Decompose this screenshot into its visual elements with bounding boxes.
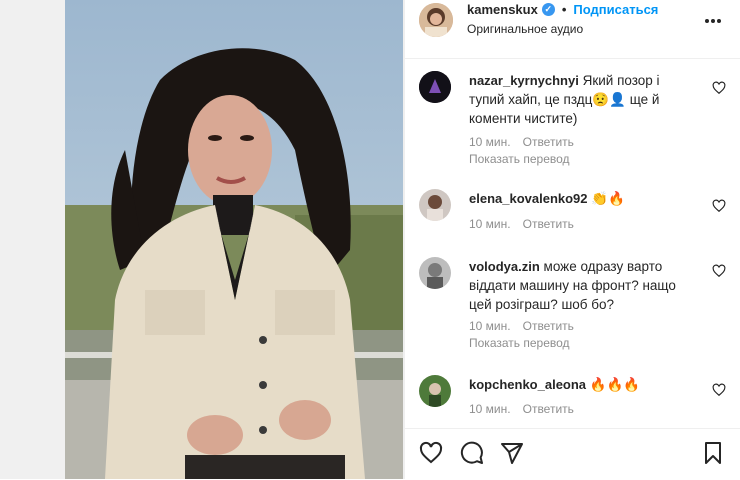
reply-button[interactable]: Ответить [523, 402, 574, 416]
reply-button[interactable]: Ответить [523, 217, 574, 231]
author-avatar[interactable] [419, 3, 453, 37]
comment-item: elena_kovalenko92 👏🔥 10 мин. Ответить [405, 186, 740, 236]
comment-meta: 10 мин. Ответить [469, 319, 574, 333]
commenter-username[interactable]: volodya.zin [469, 259, 540, 274]
comment-time: 10 мин. [469, 217, 511, 231]
commenter-username[interactable]: kopchenko_aleona [469, 377, 586, 392]
comment-time: 10 мин. [469, 135, 511, 149]
separator-dot: • [561, 2, 567, 17]
commenter-avatar[interactable] [419, 71, 451, 103]
commenter-avatar[interactable] [419, 189, 451, 221]
comment-icon[interactable] [460, 441, 484, 465]
reply-button[interactable]: Ответить [523, 319, 574, 333]
comment-meta: 10 мин. Ответить [469, 217, 574, 231]
comment-body: 👏🔥 [587, 191, 625, 206]
comment-like-heart-icon[interactable] [712, 264, 726, 278]
post-action-bar [405, 428, 740, 480]
commenter-avatar[interactable] [419, 257, 451, 289]
reel-video[interactable] [65, 0, 403, 479]
reply-button[interactable]: Ответить [523, 135, 574, 149]
show-translation-button[interactable]: Показать перевод [469, 336, 570, 350]
commenter-username[interactable]: elena_kovalenko92 [469, 191, 588, 206]
comment-item: volodya.zin може одразу варто віддати ма… [405, 254, 740, 354]
video-frame-image [65, 0, 403, 479]
verified-badge-icon: ✓ [541, 3, 555, 16]
commenter-username[interactable]: nazar_kyrnychnyi [469, 73, 579, 88]
author-username[interactable]: kamenskux [467, 2, 538, 17]
comments-panel: kamenskux ✓ • Подписаться Оригинальное а… [405, 0, 740, 479]
show-translation-button[interactable]: Показать перевод [469, 152, 570, 166]
comment-item: nazar_kyrnychnyi Який позор і тупий хайп… [405, 68, 740, 173]
comment-text-block: volodya.zin може одразу варто віддати ма… [469, 257, 694, 314]
comment-time: 10 мин. [469, 402, 511, 416]
author-line: kamenskux ✓ • Подписаться [467, 2, 658, 17]
comment-text-block: elena_kovalenko92 👏🔥 [469, 189, 694, 208]
comment-like-heart-icon[interactable] [712, 199, 726, 213]
commenter-avatar[interactable] [419, 375, 451, 407]
comment-like-heart-icon[interactable] [712, 383, 726, 397]
post-header: kamenskux ✓ • Подписаться Оригинальное а… [405, 0, 740, 59]
follow-button[interactable]: Подписаться [573, 2, 658, 17]
send-icon[interactable] [500, 441, 524, 465]
comment-text-block: kopchenko_aleona 🔥🔥🔥 [469, 375, 694, 394]
comment-meta: 10 мин. Ответить [469, 402, 574, 416]
comment-like-heart-icon[interactable] [712, 81, 726, 95]
audio-label[interactable]: Оригинальное аудио [467, 22, 583, 36]
bookmark-icon[interactable] [701, 441, 725, 465]
comment-text-block: nazar_kyrnychnyi Який позор і тупий хайп… [469, 71, 694, 128]
comment-body: 🔥🔥🔥 [586, 377, 641, 392]
page-background-left [0, 0, 65, 479]
comment-meta: 10 мин. Ответить [469, 135, 574, 149]
comment-time: 10 мин. [469, 319, 511, 333]
more-icon[interactable] [704, 8, 722, 29]
comment-item: kopchenko_aleona 🔥🔥🔥 10 мин. Ответить [405, 372, 740, 422]
heart-icon[interactable] [419, 441, 443, 465]
